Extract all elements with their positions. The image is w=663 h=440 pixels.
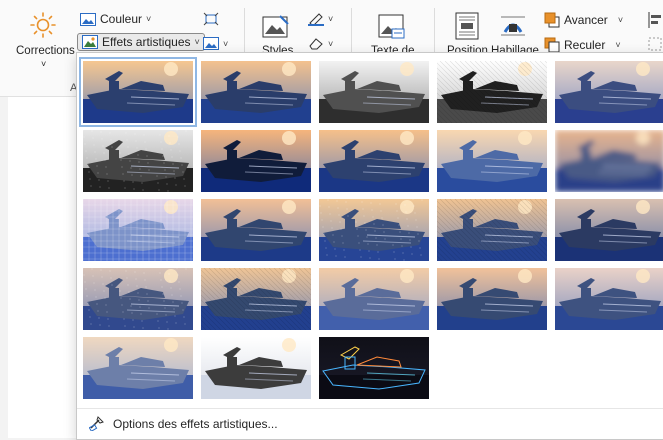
wrap-text-icon[interactable] bbox=[500, 14, 526, 38]
corrections-caret[interactable]: ˅ bbox=[41, 59, 46, 69]
color-button[interactable]: Couleur ˅ bbox=[80, 12, 151, 26]
color-label: Couleur bbox=[100, 12, 143, 26]
effect-thumbnail-glow-edges[interactable] bbox=[318, 336, 430, 400]
effect-thumbnail-paint-strokes[interactable] bbox=[200, 129, 312, 193]
effect-thumbnail-pencil-gray[interactable] bbox=[318, 60, 430, 124]
picture-border-button[interactable]: ˅ bbox=[308, 12, 333, 26]
effect-thumbnail-glow[interactable] bbox=[436, 129, 548, 193]
effect-preview-image bbox=[201, 61, 311, 123]
effect-preview-image bbox=[201, 130, 311, 192]
picture-effects-button[interactable]: ˅ bbox=[308, 37, 333, 50]
effect-preview-image bbox=[83, 130, 193, 192]
document-page bbox=[8, 97, 76, 438]
sun-corrections-icon[interactable] bbox=[30, 12, 56, 38]
artistic-effects-button[interactable]: Effets artistiques ˅ bbox=[77, 33, 205, 51]
color-icon bbox=[80, 12, 96, 26]
effect-thumbnail-cement[interactable] bbox=[82, 267, 194, 331]
effect-preview-image bbox=[437, 61, 547, 123]
effect-thumbnail-chalk[interactable] bbox=[82, 129, 194, 193]
effect-thumbnail-marker[interactable] bbox=[200, 198, 312, 262]
effect-preview-image bbox=[555, 130, 663, 192]
effect-thumbnail-mosaic[interactable] bbox=[82, 198, 194, 262]
send-backward-icon bbox=[544, 37, 560, 53]
effects-grid bbox=[79, 57, 663, 400]
group-icon[interactable] bbox=[648, 37, 662, 51]
effect-thumbnail-none2[interactable] bbox=[200, 60, 312, 124]
chevron-down-icon: ˅ bbox=[617, 15, 624, 25]
effect-thumbnail-line-drawing[interactable] bbox=[554, 60, 663, 124]
chevron-down-icon: ˅ bbox=[328, 14, 334, 24]
artistic-effects-label: Effets artistiques bbox=[102, 35, 191, 49]
bring-forward-label: Avancer bbox=[564, 13, 608, 27]
effect-thumbnail-none[interactable] bbox=[79, 57, 197, 127]
bring-forward-button[interactable]: Avancer ˅ bbox=[544, 12, 623, 28]
options-label: Options des effets artistiques... bbox=[113, 417, 278, 431]
change-picture-icon bbox=[203, 37, 219, 50]
effect-preview-image bbox=[319, 268, 429, 330]
effect-preview-image bbox=[555, 268, 663, 330]
chevron-down-icon: ˅ bbox=[146, 14, 152, 24]
align-icon[interactable] bbox=[648, 12, 662, 28]
picture-styles-icon[interactable] bbox=[262, 14, 290, 40]
effect-thumbnail-texturizer[interactable] bbox=[436, 198, 548, 262]
alt-text-icon[interactable] bbox=[378, 14, 406, 40]
effect-preview-image bbox=[201, 337, 311, 399]
compress-pictures-icon[interactable] bbox=[203, 12, 219, 26]
effect-preview-image bbox=[83, 61, 193, 123]
effect-preview-image bbox=[201, 268, 311, 330]
effect-preview-image bbox=[437, 268, 547, 330]
effect-thumbnail-paint-brush[interactable] bbox=[318, 129, 430, 193]
eraser-effects-icon bbox=[308, 37, 324, 50]
change-picture-button[interactable]: ˅ bbox=[203, 37, 228, 50]
chevron-down-icon: ˅ bbox=[194, 37, 200, 47]
effect-thumbnail-pencil-sketch[interactable] bbox=[436, 60, 548, 124]
corrections-button[interactable]: Corrections bbox=[16, 45, 75, 57]
effects-options-icon bbox=[88, 415, 105, 434]
artistic-effects-options[interactable]: Options des effets artistiques... bbox=[77, 408, 663, 439]
effect-preview-image bbox=[319, 61, 429, 123]
effect-thumbnail-blur[interactable] bbox=[554, 129, 663, 193]
send-backward-button[interactable]: Reculer ˅ bbox=[544, 37, 621, 53]
effect-preview-image bbox=[437, 199, 547, 261]
effect-thumbnail-cutout[interactable] bbox=[436, 267, 548, 331]
chevron-down-icon: ˅ bbox=[615, 40, 621, 50]
effect-preview-image bbox=[319, 337, 429, 399]
chevron-down-icon: ˅ bbox=[223, 38, 229, 49]
effect-thumbnail-pastels[interactable] bbox=[318, 267, 430, 331]
effect-preview-image bbox=[555, 61, 663, 123]
bring-forward-icon bbox=[544, 12, 560, 28]
effect-preview-image bbox=[83, 337, 193, 399]
effect-thumbnail-glass[interactable] bbox=[554, 198, 663, 262]
position-icon[interactable] bbox=[455, 12, 479, 40]
effect-preview-image bbox=[83, 199, 193, 261]
artistic-effects-icon bbox=[82, 35, 98, 49]
effect-thumbnail-light-screen[interactable] bbox=[200, 336, 312, 400]
chevron-down-icon: ˅ bbox=[328, 38, 334, 49]
effect-thumbnail-photocopy[interactable] bbox=[82, 336, 194, 400]
effect-preview-image bbox=[201, 199, 311, 261]
effect-thumbnail-crisscross[interactable] bbox=[200, 267, 312, 331]
artistic-effects-gallery: Options des effets artistiques... bbox=[76, 52, 663, 440]
effect-preview-image bbox=[319, 199, 429, 261]
effect-thumbnail-plastic-wrap[interactable] bbox=[554, 267, 663, 331]
effect-preview-image bbox=[319, 130, 429, 192]
effect-preview-image bbox=[83, 268, 193, 330]
pen-border-icon bbox=[308, 12, 324, 26]
effect-preview-image bbox=[555, 199, 663, 261]
effect-preview-image bbox=[437, 130, 547, 192]
effect-thumbnail-film-grain[interactable] bbox=[318, 198, 430, 262]
send-backward-label: Reculer bbox=[564, 38, 606, 52]
